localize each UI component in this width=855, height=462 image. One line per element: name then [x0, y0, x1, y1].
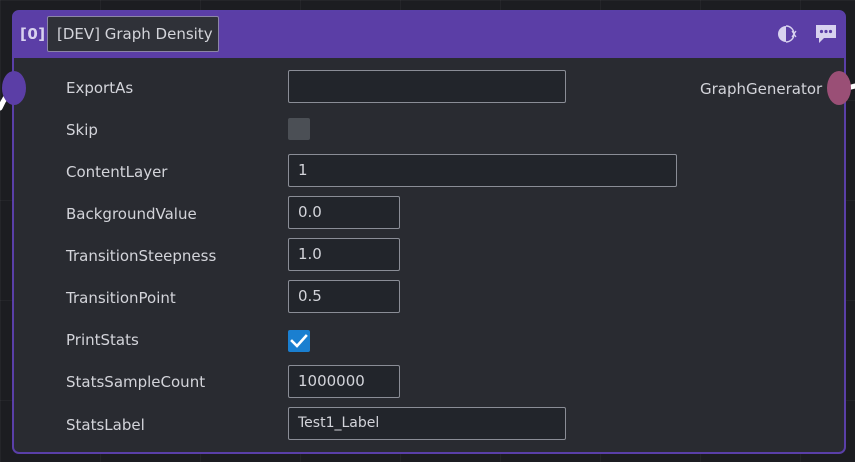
stats-sample-count-label: StatsSampleCount [66, 373, 206, 391]
content-layer-label: ContentLayer [66, 163, 168, 181]
half-circle-x-toggle-icon[interactable] [776, 24, 798, 44]
export-as-input[interactable] [288, 70, 566, 103]
skip-checkbox[interactable] [288, 118, 310, 140]
skip-label: Skip [66, 121, 98, 139]
node-header[interactable]: [0] [DEV] Graph Density [14, 12, 844, 58]
output-port-graph-generator[interactable] [827, 71, 851, 105]
background-value-input[interactable]: 0.0 [288, 196, 400, 229]
input-port[interactable] [2, 71, 26, 105]
print-stats-checkbox[interactable] [288, 330, 310, 352]
transition-steepness-label: TransitionSteepness [66, 247, 217, 265]
stats-sample-count-input[interactable]: 1000000 [288, 365, 400, 398]
print-stats-label: PrintStats [66, 331, 139, 349]
checkmark-icon [290, 334, 308, 348]
node-title[interactable]: [DEV] Graph Density [47, 16, 219, 52]
transition-steepness-input[interactable]: 1.0 [288, 238, 400, 271]
export-as-label: ExportAs [66, 79, 134, 97]
transition-point-label: TransitionPoint [66, 289, 176, 307]
content-layer-input[interactable]: 1 [288, 154, 677, 187]
stats-label-label: StatsLabel [66, 416, 145, 434]
transition-point-input[interactable]: 0.5 [288, 280, 400, 313]
output-port-label: GraphGenerator [700, 80, 823, 98]
comment-icon[interactable] [814, 23, 838, 45]
graph-density-node[interactable]: [0] [DEV] Graph Density GraphGenerator E… [2, 10, 851, 454]
node-index: [0] [20, 25, 46, 43]
background-value-label: BackgroundValue [66, 205, 197, 223]
stats-label-input[interactable]: Test1_Label [288, 407, 566, 440]
